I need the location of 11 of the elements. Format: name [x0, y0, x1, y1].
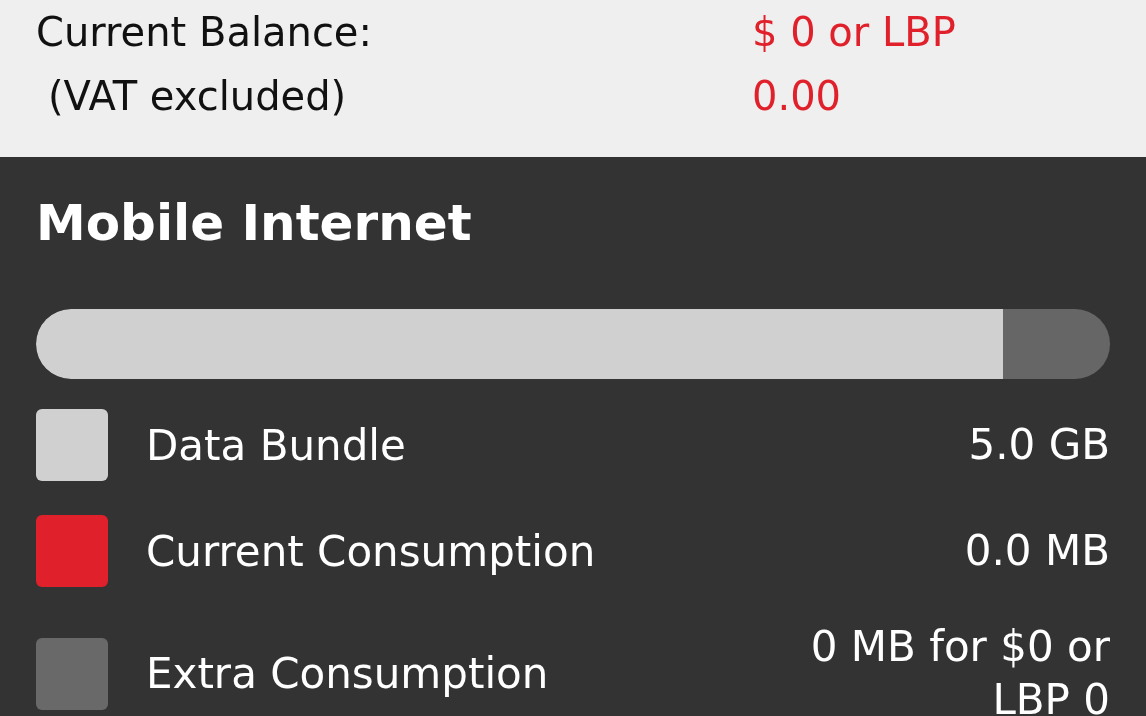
- balance-amount: 0.00: [752, 72, 843, 121]
- legend-value: 0 MB for $0 or LBP 0: [809, 621, 1110, 716]
- balance-label: Current Balance:: [36, 8, 373, 57]
- legend-label: Data Bundle: [146, 420, 407, 470]
- balance-value: $ 0 or LBP: [752, 8, 956, 57]
- legend-label: Extra Consumption: [146, 649, 550, 698]
- legend-value: 0.0 MB: [963, 524, 1110, 577]
- section-title: Mobile Internet: [36, 193, 473, 253]
- legend-value: 5.0 GB: [967, 418, 1110, 471]
- vat-note: (VAT excluded): [47, 72, 348, 121]
- legend-label: Current Consumption: [146, 526, 597, 576]
